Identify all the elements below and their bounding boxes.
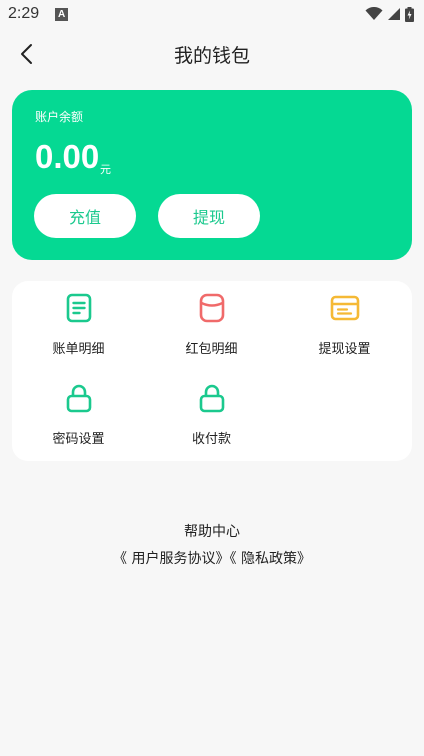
user-agreement-link[interactable]: 《 用户服务协议》 <box>113 551 229 567</box>
back-button[interactable] <box>12 40 40 68</box>
withdraw-button[interactable]: 提现 <box>158 194 260 238</box>
recharge-button[interactable]: 充值 <box>34 194 136 238</box>
balance-amount: 0.00 <box>35 138 100 175</box>
balance-card: 账户余额 0.00 元 充值 提现 <box>12 90 412 260</box>
menu-item-red-packet-details[interactable]: 红包明细 <box>145 281 278 367</box>
menu-item-password-settings[interactable]: 密码设置 <box>12 371 145 457</box>
chevron-left-icon <box>21 44 32 64</box>
bill-icon <box>64 293 94 323</box>
red-packet-icon <box>197 293 227 323</box>
status-bar: 2:29 A <box>0 0 424 28</box>
menu-item-payment-collection[interactable]: 收付款 <box>145 371 278 457</box>
balance-label: 账户余额 <box>35 110 84 124</box>
menu-item-label: 账单明细 <box>52 342 105 357</box>
card-icon <box>330 293 360 323</box>
nav-bar: 我的钱包 <box>0 28 424 80</box>
menu-item-label: 收付款 <box>191 432 231 447</box>
lock-icon <box>197 383 227 413</box>
page-title: 我的钱包 <box>173 44 250 67</box>
status-time: 2:29 <box>8 5 40 22</box>
wallet-menu: 账单明细 红包明细 提现设置 密码设置 收付款 <box>12 281 412 461</box>
battery-icon <box>405 6 414 22</box>
menu-item-label: 密码设置 <box>52 432 105 447</box>
menu-item-label: 提现设置 <box>318 342 371 357</box>
lock-icon <box>64 383 94 413</box>
menu-item-label: 红包明细 <box>185 342 238 357</box>
privacy-policy-link[interactable]: 《 隐私政策》 <box>230 551 311 567</box>
balance-unit: 元 <box>100 163 111 176</box>
agreement-links: 《 用户服务协议》《 隐私政策》 <box>0 548 424 568</box>
menu-item-bill-details[interactable]: 账单明细 <box>12 281 145 367</box>
help-center-link[interactable]: 帮助中心 <box>0 521 424 541</box>
menu-item-withdraw-settings[interactable]: 提现设置 <box>278 281 411 367</box>
status-icons <box>365 6 414 22</box>
notification-icon: A <box>55 7 69 21</box>
wifi-icon <box>365 7 383 20</box>
signal-icon <box>388 8 400 20</box>
